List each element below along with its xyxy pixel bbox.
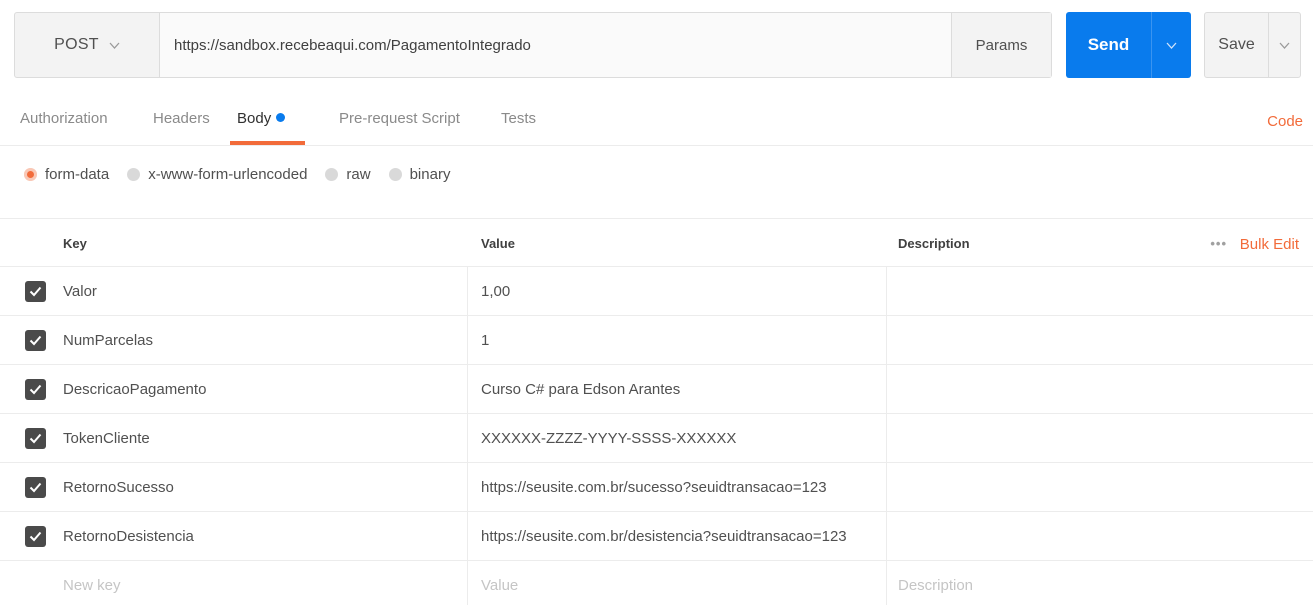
save-button[interactable]: Save (1205, 13, 1268, 77)
radio-unselected-icon (325, 168, 339, 181)
radio-selected-icon (24, 168, 37, 181)
bulk-edit-link[interactable]: Bulk Edit (1240, 236, 1299, 253)
method-dropdown[interactable]: POST (15, 13, 160, 77)
url-input[interactable]: https://sandbox.recebeaqui.com/Pagamento… (160, 13, 951, 77)
column-header-value: Value (481, 236, 515, 251)
column-divider (467, 267, 468, 315)
new-value-input[interactable]: Value (481, 561, 518, 605)
modified-dot-icon (276, 113, 286, 122)
body-type-selector: form-data x-www-form-urlencoded raw bina… (24, 166, 468, 183)
radio-unselected-icon (388, 168, 402, 181)
row-value[interactable]: https://seusite.com.br/sucesso?seuidtran… (481, 463, 827, 511)
row-enabled-checkbox[interactable] (25, 476, 46, 498)
new-key-input[interactable]: New key (63, 561, 121, 605)
method-label: POST (54, 36, 99, 53)
table-row: RetornoDesistencia https://seusite.com.b… (0, 512, 1313, 561)
tab-authorization[interactable]: Authorization (20, 110, 108, 127)
tab-body-label: Body (237, 110, 272, 127)
column-divider (886, 561, 887, 605)
row-value[interactable]: XXXXXX-ZZZZ-YYYY-SSSS-XXXXXX (481, 414, 736, 462)
table-row: NumParcelas 1 (0, 316, 1313, 365)
radio-label: x-www-form-urlencoded (148, 166, 308, 183)
send-button-group: Send (1066, 12, 1191, 78)
row-key[interactable]: Valor (63, 267, 97, 315)
row-enabled-checkbox[interactable] (25, 329, 46, 351)
table-row: RetornoSucesso https://seusite.com.br/su… (0, 463, 1313, 512)
table-row: TokenCliente XXXXXX-ZZZZ-YYYY-SSSS-XXXXX… (0, 414, 1313, 463)
column-divider (886, 316, 887, 364)
tab-pre-request-script[interactable]: Pre-request Script (339, 110, 460, 127)
column-divider (886, 414, 887, 462)
send-button[interactable]: Send (1066, 12, 1151, 78)
new-row: New key Value Description (0, 561, 1313, 605)
row-key[interactable]: TokenCliente (63, 414, 150, 462)
radio-x-www-form-urlencoded[interactable]: x-www-form-urlencoded (127, 166, 307, 183)
column-divider (886, 512, 887, 560)
row-value[interactable]: 1 (481, 316, 489, 364)
table-row: DescricaoPagamento Curso C# para Edson A… (0, 365, 1313, 414)
save-dropdown-button[interactable] (1268, 13, 1300, 77)
request-tabs: Authorization Headers Body Pre-request S… (0, 100, 1313, 146)
code-link[interactable]: Code (1267, 113, 1303, 130)
row-enabled-checkbox[interactable] (25, 378, 46, 400)
table-row: Valor 1,00 (0, 267, 1313, 316)
chevron-down-icon (109, 40, 120, 51)
radio-label: binary (409, 166, 451, 183)
column-divider (467, 365, 468, 413)
column-divider (886, 365, 887, 413)
column-divider (467, 316, 468, 364)
row-key[interactable]: RetornoSucesso (63, 463, 174, 511)
row-value[interactable]: Curso C# para Edson Arantes (481, 365, 680, 413)
radio-binary[interactable]: binary (388, 166, 451, 183)
radio-raw[interactable]: raw (325, 166, 371, 183)
more-options-icon[interactable]: ••• (1210, 236, 1227, 251)
column-divider (467, 414, 468, 462)
column-divider (886, 463, 887, 511)
radio-form-data[interactable]: form-data (24, 166, 109, 183)
chevron-down-icon (1279, 40, 1290, 51)
column-divider (467, 512, 468, 560)
radio-label: raw (346, 166, 371, 183)
request-bar: POST https://sandbox.recebeaqui.com/Paga… (14, 12, 1052, 78)
row-enabled-checkbox[interactable] (25, 525, 46, 547)
column-header-key: Key (63, 236, 87, 251)
row-value[interactable]: 1,00 (481, 267, 510, 315)
tab-body[interactable]: Body (237, 110, 286, 127)
column-divider (886, 267, 887, 315)
chevron-down-icon (1166, 40, 1177, 51)
row-key[interactable]: NumParcelas (63, 316, 153, 364)
row-value[interactable]: https://seusite.com.br/desistencia?seuid… (481, 512, 847, 560)
params-button[interactable]: Params (951, 13, 1051, 77)
form-data-table: Key Value Description ••• Bulk Edit Valo… (0, 218, 1313, 605)
radio-unselected-icon (127, 168, 141, 181)
column-divider (467, 463, 468, 511)
row-key[interactable]: DescricaoPagamento (63, 365, 206, 413)
send-dropdown-button[interactable] (1151, 12, 1191, 78)
save-button-group: Save (1204, 12, 1301, 78)
row-enabled-checkbox[interactable] (25, 427, 46, 449)
column-divider (467, 561, 468, 605)
tab-tests[interactable]: Tests (501, 110, 536, 127)
tab-headers[interactable]: Headers (153, 110, 210, 127)
table-header: Key Value Description ••• Bulk Edit (0, 219, 1313, 267)
active-tab-indicator (230, 141, 305, 145)
row-enabled-checkbox[interactable] (25, 280, 46, 302)
radio-label: form-data (45, 166, 110, 183)
new-description-input[interactable]: Description (898, 561, 973, 605)
row-key[interactable]: RetornoDesistencia (63, 512, 194, 560)
column-header-description: Description (898, 236, 970, 251)
